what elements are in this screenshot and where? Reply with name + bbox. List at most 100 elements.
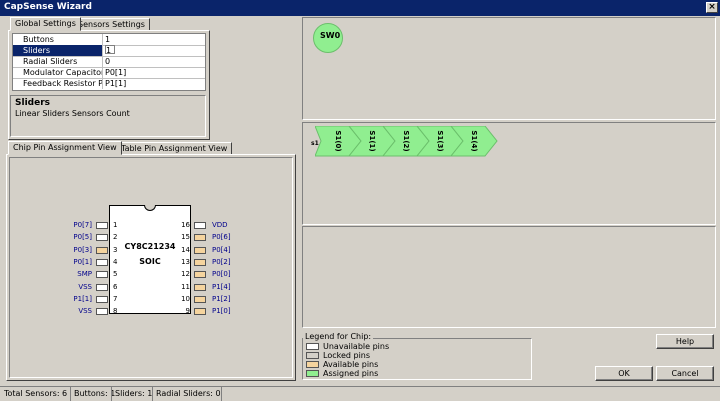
pin-10[interactable] — [194, 296, 206, 303]
slider-segment-label: S1(3) — [436, 130, 444, 151]
property-name: Sliders — [13, 45, 103, 56]
ok-button[interactable]: OK — [595, 366, 653, 381]
chip-notch — [144, 205, 156, 211]
pin-number: 1 — [113, 221, 118, 229]
legend-label-locked: Locked pins — [323, 351, 371, 360]
pin-7[interactable] — [96, 296, 108, 303]
pin-label: P0[4] — [212, 246, 231, 254]
tab-global-settings[interactable]: Global Settings — [10, 17, 81, 31]
pin-number: 2 — [113, 233, 118, 241]
description-text: Linear Sliders Sensors Count — [15, 109, 130, 118]
description-box: Sliders Linear Sliders Sensors Count — [10, 95, 206, 137]
help-button[interactable]: Help — [656, 334, 714, 349]
legend-box: Legend for Chip: Unavailable pins Locked… — [302, 332, 532, 380]
window-title: CapSense Wizard — [4, 2, 92, 12]
property-name: Buttons — [13, 34, 103, 45]
pin-number: 10 — [181, 295, 190, 303]
legend-title: Legend for Chip: — [303, 332, 374, 341]
pin-12[interactable] — [194, 271, 206, 278]
legend-label-assigned: Assigned pins — [323, 369, 379, 378]
status-divider — [152, 387, 153, 401]
pin-14[interactable] — [194, 247, 206, 254]
pin-2[interactable] — [96, 234, 108, 241]
status-buttons: Buttons: 1 — [74, 389, 116, 398]
property-value[interactable]: 1 — [105, 34, 110, 45]
tab-chip-pin-assignment-view[interactable]: Chip Pin Assignment View — [8, 141, 122, 155]
status-divider — [70, 387, 71, 401]
property-value[interactable]: P0[1] — [105, 67, 126, 78]
pin-number: 3 — [113, 246, 118, 254]
buttons-panel: SW0 — [302, 17, 716, 120]
pin-11[interactable] — [194, 284, 206, 291]
property-name: Feedback Resistor Pi — [13, 78, 103, 89]
description-title: Sliders — [15, 98, 50, 108]
chip-name: CY8C21234 — [124, 242, 176, 251]
pin-16[interactable] — [194, 222, 206, 229]
slider-segment-label: S1(0) — [334, 130, 342, 151]
button-sensor-sw0[interactable]: SW0 — [313, 23, 343, 53]
pin-label: P0[5] — [73, 233, 92, 241]
pin-number: 12 — [181, 270, 190, 278]
property-value[interactable]: 0 — [105, 56, 110, 67]
property-value-input[interactable]: 1 — [105, 45, 115, 55]
pin-1[interactable] — [96, 222, 108, 229]
property-name: Modulator Capacitor — [13, 67, 103, 78]
status-sliders: Sliders: 1 — [115, 389, 153, 398]
property-grid: Buttons 1 Sliders 1 Radial Sliders 0 Mod… — [12, 33, 206, 91]
slider-segment-label: S1(2) — [402, 130, 410, 151]
pin-3[interactable] — [96, 247, 108, 254]
title-bar: CapSense Wizard × — [0, 0, 720, 16]
pin-4[interactable] — [96, 259, 108, 266]
property-value[interactable]: P1[1] — [105, 78, 126, 89]
pin-5[interactable] — [96, 271, 108, 278]
slider-segment-label: S1(4) — [470, 130, 478, 151]
status-divider — [111, 387, 112, 401]
pin-number: 4 — [113, 258, 118, 266]
pin-label: VDD — [212, 221, 228, 229]
pin-number: 9 — [185, 307, 190, 315]
pin-number: 15 — [181, 233, 190, 241]
slider-s1[interactable]: S1(0) S1(1) S1(2) S1(3) S1(4) — [315, 126, 505, 160]
pin-label: SMP — [77, 270, 92, 278]
status-divider — [221, 387, 222, 401]
pin-6[interactable] — [96, 284, 108, 291]
pin-number: 14 — [181, 246, 190, 254]
pin-15[interactable] — [194, 234, 206, 241]
pin-label: P0[1] — [73, 258, 92, 266]
pin-label: P0[0] — [212, 270, 231, 278]
property-name: Radial Sliders — [13, 56, 103, 67]
pin-label: VSS — [78, 283, 92, 291]
chip-package: SOIC — [139, 257, 161, 266]
pin-label: P1[2] — [212, 295, 231, 303]
legend-swatch-available — [306, 361, 319, 368]
pin-label: P0[6] — [212, 233, 231, 241]
pin-number: 8 — [113, 307, 118, 315]
button-sensor-label: SW0 — [320, 31, 341, 40]
pin-label: P0[2] — [212, 258, 231, 266]
radial-sliders-panel — [302, 226, 716, 328]
property-row-feedback-resistor[interactable]: Feedback Resistor Pi P1[1] — [13, 78, 205, 89]
close-button[interactable]: × — [706, 2, 718, 13]
pin-number: 16 — [181, 221, 190, 229]
legend-swatch-assigned — [306, 370, 319, 377]
cancel-button[interactable]: Cancel — [656, 366, 714, 381]
pin-9[interactable] — [194, 308, 206, 315]
pin-label: P1[4] — [212, 283, 231, 291]
legend-swatch-unavailable — [306, 343, 319, 350]
pin-label: P0[3] — [73, 246, 92, 254]
sliders-panel: s1 S1(0) S1(1) S1(2) S1(3) S1(4) — [302, 122, 716, 225]
pin-number: 13 — [181, 258, 190, 266]
pin-number: 7 — [113, 295, 118, 303]
pin-label: P1[0] — [212, 307, 231, 315]
pin-label: P0[7] — [73, 221, 92, 229]
status-total-sensors: Total Sensors: 6 — [4, 389, 68, 398]
legend-label-available: Available pins — [323, 360, 379, 369]
pin-13[interactable] — [194, 259, 206, 266]
pin-8[interactable] — [96, 308, 108, 315]
legend-swatch-locked — [306, 352, 319, 359]
pin-number: 11 — [181, 283, 190, 291]
pin-number: 6 — [113, 283, 118, 291]
slider-segment-label: S1(1) — [368, 130, 376, 151]
legend-label-unavailable: Unavailable pins — [323, 342, 390, 351]
chip-body: CY8C21234 SOIC — [109, 205, 191, 314]
